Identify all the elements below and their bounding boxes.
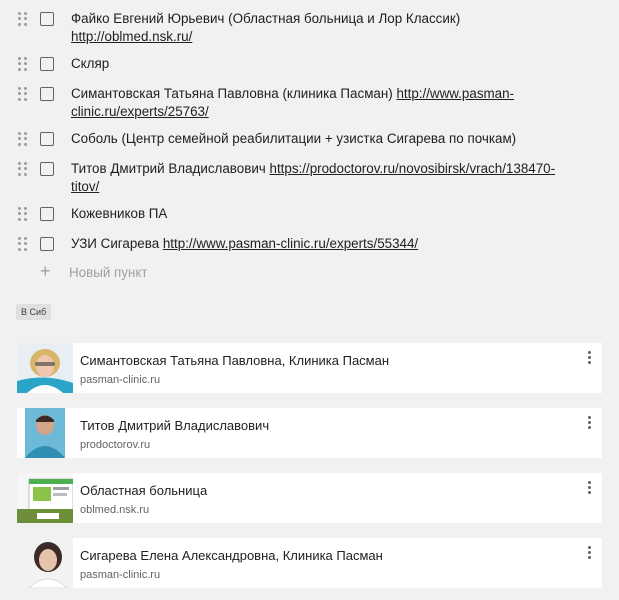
checkbox[interactable] [40, 132, 54, 146]
list-item-text[interactable]: УЗИ Сигарева http://www.pasman-clinic.ru… [71, 235, 591, 253]
list-item-text[interactable]: Соболь (Центр семейной реабилитации + уз… [71, 130, 611, 148]
list-item-text[interactable]: Кожевников ПА [71, 205, 541, 223]
checkbox[interactable] [40, 87, 54, 101]
checkbox[interactable] [40, 12, 54, 26]
link-card-domain: pasman-clinic.ru [80, 569, 161, 581]
label-chip[interactable]: В Сиб [16, 304, 52, 320]
link-card-domain: pasman-clinic.ru [80, 374, 161, 386]
link-card-title[interactable]: Симантовская Татьяна Павловна, Клиника П… [80, 353, 560, 369]
list-item[interactable]: УЗИ Сигарева http://www.pasman-clinic.ru… [0, 235, 619, 253]
drag-handle-icon[interactable] [18, 162, 28, 176]
link-card-title[interactable]: Областная больница [80, 483, 560, 499]
more-options-icon[interactable] [588, 546, 592, 559]
list-item[interactable]: Титов Дмитрий Владиславович https://prod… [0, 160, 619, 196]
link-card[interactable]: Областная больница oblmed.nsk.ru [17, 473, 602, 523]
checkbox[interactable] [40, 237, 54, 251]
list-item[interactable]: Скляр [0, 55, 619, 73]
list-item-link[interactable]: http://oblmed.nsk.ru/ [71, 29, 192, 44]
drag-handle-icon[interactable] [18, 132, 28, 146]
list-item-text[interactable]: Симантовская Татьяна Павловна (клиника П… [71, 85, 541, 121]
more-options-icon[interactable] [588, 351, 592, 364]
drag-handle-icon[interactable] [18, 207, 28, 221]
link-card-title[interactable]: Сигарева Елена Александровна, Клиника Па… [80, 548, 560, 564]
list-item-text[interactable]: Файко Евгений Юрьевич (Областная больниц… [71, 10, 541, 46]
new-item-input[interactable]: Новый пункт [69, 264, 269, 282]
drag-handle-icon[interactable] [18, 87, 28, 101]
link-card-thumbnail [17, 343, 73, 393]
list-item-text[interactable]: Скляр [71, 55, 541, 73]
plus-icon: + [40, 261, 51, 281]
list-item[interactable]: Файко Евгений Юрьевич (Областная больниц… [0, 10, 619, 46]
link-card-thumbnail [17, 538, 73, 588]
list-item[interactable]: Симантовская Татьяна Павловна (клиника П… [0, 85, 619, 121]
link-card[interactable]: Симантовская Татьяна Павловна, Клиника П… [17, 343, 602, 393]
more-options-icon[interactable] [588, 481, 592, 494]
more-options-icon[interactable] [588, 416, 592, 429]
drag-handle-icon[interactable] [18, 237, 28, 251]
checkbox[interactable] [40, 162, 54, 176]
link-card-thumbnail [17, 473, 73, 523]
link-card-domain: oblmed.nsk.ru [80, 504, 150, 516]
drag-handle-icon[interactable] [18, 12, 28, 26]
drag-handle-icon[interactable] [18, 57, 28, 71]
link-card-thumbnail [17, 408, 73, 458]
link-card-domain: prodoctorov.ru [80, 439, 151, 451]
checkbox[interactable] [40, 57, 54, 71]
link-card-title[interactable]: Титов Дмитрий Владиславович [80, 418, 560, 434]
checkbox[interactable] [40, 207, 54, 221]
list-item-text[interactable]: Титов Дмитрий Владиславович https://prod… [71, 160, 576, 196]
list-item[interactable]: Кожевников ПА [0, 205, 619, 223]
list-item[interactable]: Соболь (Центр семейной реабилитации + уз… [0, 130, 619, 148]
link-card[interactable]: Титов Дмитрий Владиславович prodoctorov.… [17, 408, 602, 458]
link-card[interactable]: Сигарева Елена Александровна, Клиника Па… [17, 538, 602, 588]
list-item-link[interactable]: http://www.pasman-clinic.ru/experts/5534… [163, 236, 418, 251]
